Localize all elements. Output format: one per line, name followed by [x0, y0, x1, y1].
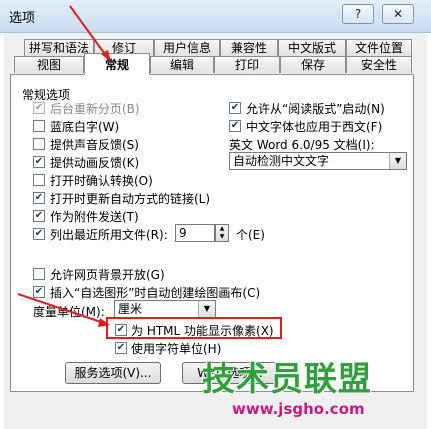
arrow-to-general-tab	[69, 5, 111, 62]
watermark-brand: 技术员联盟	[202, 359, 372, 398]
watermark-url: www.jsgho.com	[232, 400, 365, 418]
arrow-to-html-pixels	[17, 293, 110, 327]
